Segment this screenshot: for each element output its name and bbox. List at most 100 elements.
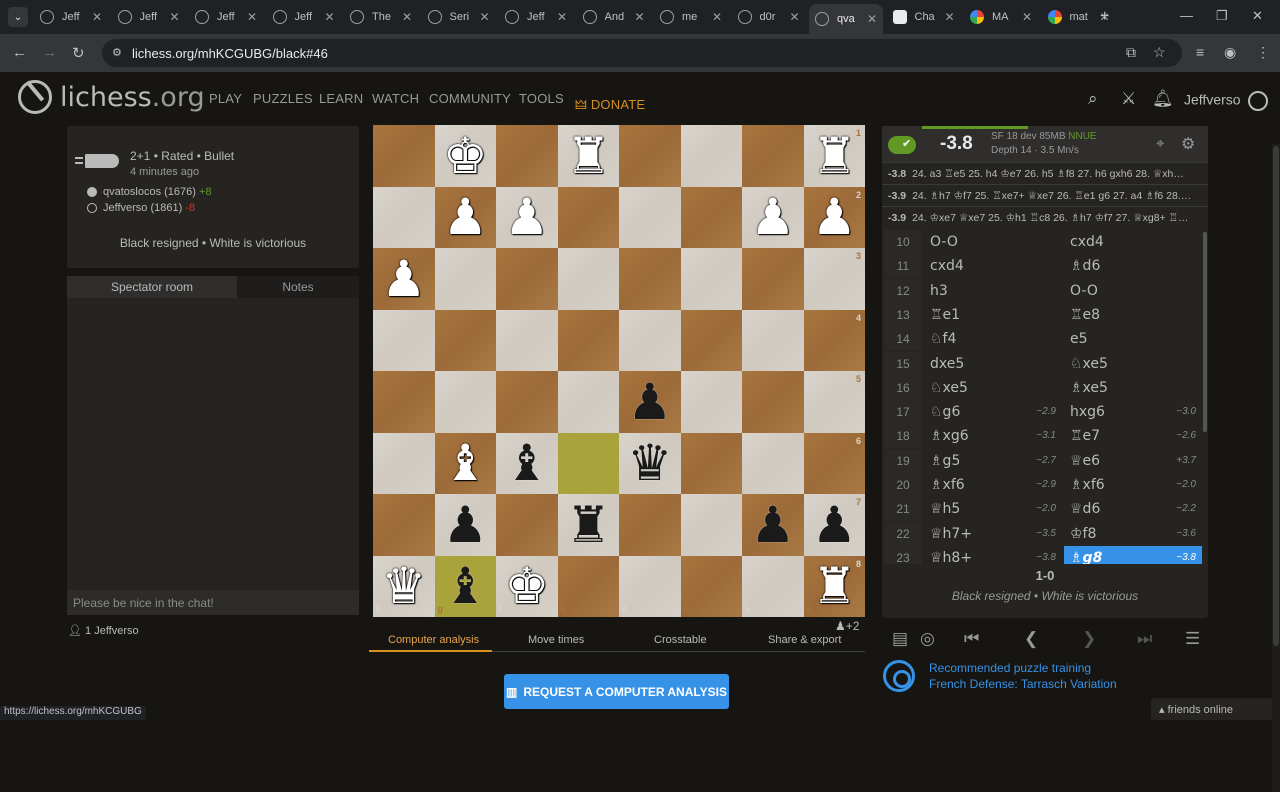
square-f4[interactable] (496, 309, 558, 371)
square-d3[interactable] (619, 248, 681, 310)
next-move-icon[interactable]: ❯ (1082, 629, 1096, 649)
white-piece-g2[interactable]: ♟ (435, 187, 497, 249)
chat-input[interactable]: Please be nice in the chat! (67, 590, 359, 615)
square-b3[interactable] (742, 248, 804, 310)
tab-close-icon[interactable]: ✕ (324, 10, 334, 24)
square-d8[interactable] (619, 555, 681, 617)
square-h1[interactable] (373, 125, 435, 187)
tab-close-icon[interactable]: ✕ (247, 10, 257, 24)
reload-icon[interactable]: ↻ (72, 44, 85, 62)
square-b4[interactable] (742, 309, 804, 371)
practice-icon[interactable]: ◎ (920, 629, 935, 649)
engine-toggle[interactable] (888, 136, 916, 154)
search-icon[interactable]: ⌕ (1088, 89, 1098, 109)
tab-search-button[interactable]: ⌄ (8, 7, 28, 27)
browser-tab[interactable]: MA ✕ (964, 4, 1038, 30)
square-c7[interactable] (680, 494, 742, 556)
pv-line[interactable]: -3.9 24. ♗h7 ♔f7 25. ♖xe7+ ♕xe7 26. ♖e1 g… (882, 184, 1208, 206)
chess-board[interactable]: 1 2 3 4 5 6 7 8 h g f e d c b a ♚ ♜ ♜ ♟ ♟ ♟ ♟ ♟ ♟ ♝ ♝ ♛ ♟ ♜ ♟ ♟ ♛ ♝ ♚ ♜ (373, 125, 865, 617)
site-settings-icon[interactable]: ⚙ (112, 46, 122, 59)
white-piece-f2[interactable]: ♟ (496, 187, 558, 249)
nav-tools[interactable]: TOOLS (519, 91, 564, 106)
square-h4[interactable] (373, 309, 435, 371)
square-f5[interactable] (496, 371, 558, 433)
tab-close-icon[interactable]: ✕ (402, 10, 412, 24)
square-c1[interactable] (680, 125, 742, 187)
square-e5[interactable] (557, 371, 619, 433)
square-c6[interactable] (680, 432, 742, 494)
prev-move-icon[interactable]: ❮ (1024, 629, 1038, 649)
browser-tab[interactable]: Jeff ✕ (499, 4, 573, 30)
black-piece-a7[interactable]: ♟ (804, 494, 866, 556)
last-move-icon[interactable]: ⏭ (1137, 629, 1152, 649)
square-h2[interactable] (373, 186, 435, 248)
white-piece-g1[interactable]: ♚ (435, 125, 497, 187)
browser-tab[interactable]: Cha ✕ (887, 4, 961, 30)
square-d2[interactable] (619, 186, 681, 248)
menu-icon[interactable]: ⋮ (1256, 44, 1270, 61)
page-scrollbar-thumb[interactable] (1273, 146, 1279, 646)
tab-close-icon[interactable]: ✕ (479, 10, 489, 24)
media-icon[interactable]: ≡ (1196, 44, 1204, 60)
square-e6[interactable] (557, 432, 619, 494)
nav-donate[interactable]: 🜲 DONATE (575, 91, 645, 117)
site-logo[interactable]: lichess.org (18, 80, 205, 114)
black-piece-d5[interactable]: ♟ (619, 371, 681, 433)
target-icon[interactable]: ⌖ (1156, 135, 1164, 152)
browser-tab[interactable]: qva ✕ (809, 4, 883, 34)
puzzle-theme[interactable]: French Defense: Tarrasch Variation (929, 677, 1117, 691)
white-piece-a1[interactable]: ♜ (804, 125, 866, 187)
white-piece-g6[interactable]: ♝ (435, 433, 497, 495)
bell-icon[interactable]: 🔔︎ (1152, 89, 1174, 109)
nav-watch[interactable]: WATCH (372, 91, 419, 106)
browser-tab[interactable]: me ✕ (654, 4, 728, 30)
browser-tab[interactable]: Seri ✕ (422, 4, 496, 30)
white-piece-e1[interactable]: ♜ (558, 125, 620, 187)
square-c4[interactable] (680, 309, 742, 371)
white-player[interactable]: qvatoslocos (1676) +8 (87, 186, 212, 198)
tab-notes[interactable]: Notes (237, 276, 359, 298)
square-h7[interactable] (373, 494, 435, 556)
tab-spectator-room[interactable]: Spectator room (67, 276, 237, 298)
nav-play[interactable]: PLAY (209, 91, 242, 106)
black-player[interactable]: Jeffverso (1861) -8 (87, 202, 195, 214)
square-g4[interactable] (434, 309, 496, 371)
black-piece-b7[interactable]: ♟ (742, 494, 804, 556)
white-piece-a2[interactable]: ♟ (804, 187, 866, 249)
square-f1[interactable] (496, 125, 558, 187)
white-piece-h3[interactable]: ♟ (373, 248, 435, 310)
black-piece-e7[interactable]: ♜ (558, 494, 620, 556)
tab-close-icon[interactable]: ✕ (1022, 10, 1032, 24)
swords-icon[interactable]: ⚔ (1121, 89, 1136, 109)
white-piece-f8[interactable]: ♚ (496, 556, 558, 618)
nav-community[interactable]: COMMUNITY (429, 91, 511, 106)
square-b8[interactable] (742, 555, 804, 617)
move-list-scrollbar[interactable] (1203, 232, 1207, 432)
maximize-icon[interactable]: ❐ (1216, 8, 1228, 24)
minimize-icon[interactable]: — (1180, 8, 1193, 23)
white-piece-a8[interactable]: ♜ (804, 556, 866, 618)
back-icon[interactable]: ← (12, 44, 27, 61)
profile-icon[interactable]: ◉ (1224, 44, 1236, 61)
tab-close-icon[interactable]: ✕ (712, 10, 722, 24)
browser-tab[interactable]: Jeff ✕ (267, 4, 341, 30)
browser-tab[interactable]: Jeff ✕ (112, 4, 186, 30)
tab-computer-analysis[interactable]: Computer analysis (388, 634, 479, 646)
bookmark-star-icon[interactable]: ☆ (1153, 44, 1166, 61)
square-b5[interactable] (742, 371, 804, 433)
square-d7[interactable] (619, 494, 681, 556)
tab-crosstable[interactable]: Crosstable (654, 634, 707, 646)
friends-online-box[interactable]: ▴ friends online (1151, 698, 1279, 720)
square-g5[interactable] (434, 371, 496, 433)
browser-tab[interactable]: The ✕ (344, 4, 418, 30)
square-e8[interactable] (557, 555, 619, 617)
pv-line[interactable]: -3.9 24. ♔xe7 ♕xe7 25. ♔h1 ♖c8 26. ♗h7 ♔f… (882, 206, 1208, 228)
square-d4[interactable] (619, 309, 681, 371)
tab-close-icon[interactable]: ✕ (557, 10, 567, 24)
install-icon[interactable]: ⧉ (1126, 44, 1136, 61)
square-e3[interactable] (557, 248, 619, 310)
tab-close-icon[interactable]: ✕ (634, 10, 644, 24)
request-analysis-button[interactable]: ▥ REQUEST A COMPUTER ANALYSIS (504, 674, 729, 709)
user-menu[interactable]: Jeffverso (1184, 91, 1269, 111)
square-c5[interactable] (680, 371, 742, 433)
